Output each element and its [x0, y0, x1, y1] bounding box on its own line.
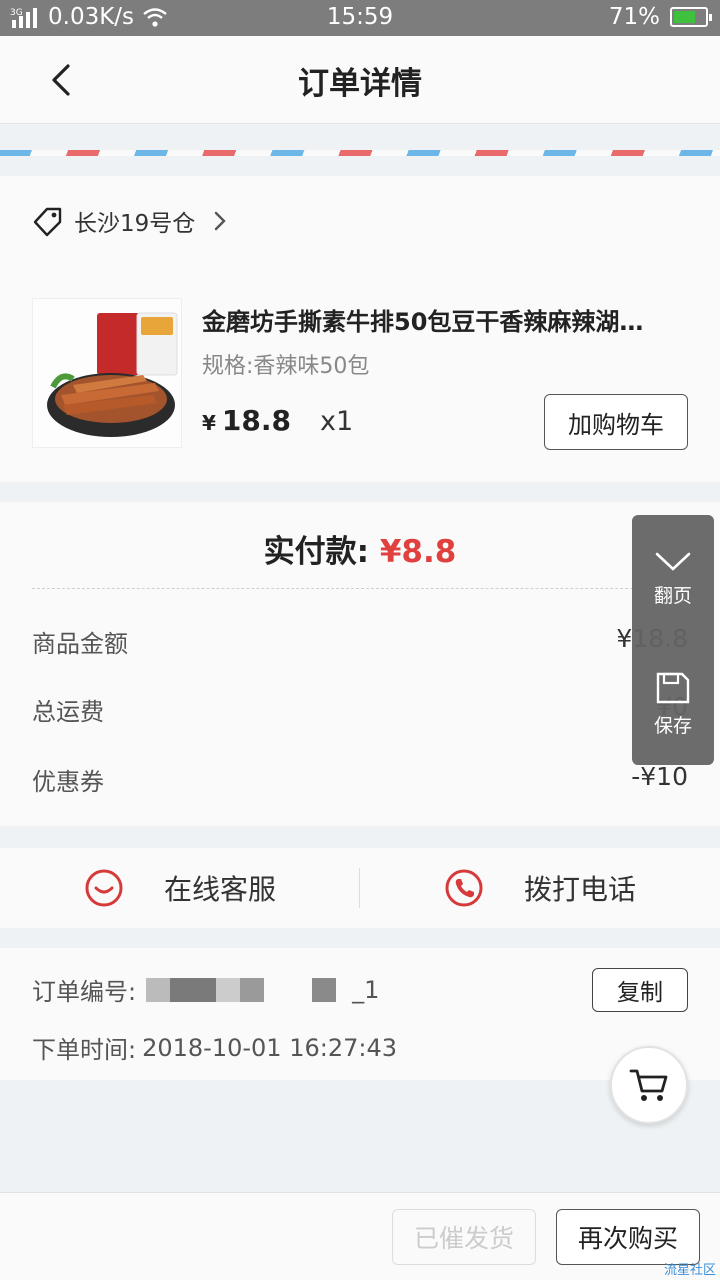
- actual-payment-label: 实付款:: [263, 534, 380, 570]
- dashed-divider: [32, 588, 688, 589]
- product-title[interactable]: 金磨坊手撕素牛排50包豆干香辣麻辣湖…: [202, 302, 682, 337]
- order-time-label: 下单时间:: [32, 1036, 137, 1064]
- order-number-row: 订单编号: _1: [32, 972, 379, 1007]
- fee-value: -¥10: [631, 762, 688, 791]
- battery-level-fill: [674, 11, 696, 23]
- floating-tool-panel: 翻页 保存: [632, 515, 714, 765]
- watermark: 流星社区: [663, 1263, 716, 1278]
- urged-shipping-button[interactable]: 已催发货: [392, 1209, 536, 1265]
- call-phone-label: 拨打电话: [523, 873, 636, 906]
- redacted-block: [312, 977, 337, 1002]
- status-right: 71%: [608, 4, 712, 30]
- price-currency: ¥: [202, 411, 216, 435]
- battery-percent: 71%: [608, 4, 660, 30]
- order-time-value: 2018-10-01 16:27:43: [142, 1033, 397, 1062]
- store-name: 长沙19号仓: [74, 211, 196, 237]
- product-photo: [33, 299, 181, 447]
- fee-row-shipping: 总运费 ¥0: [32, 692, 688, 727]
- page-turn-label: 翻页: [653, 585, 692, 607]
- product-price: ¥ 18.8: [202, 404, 291, 437]
- bottom-action-bar: 已催发货 再次购买 流星社区: [0, 1192, 720, 1280]
- redacted-block: [146, 977, 171, 1002]
- product-card: 长沙19号仓 金磨坊手撕素牛排50包豆干香辣麻辣湖… 规格:香辣味50包 ¥ 1…: [0, 176, 720, 482]
- product-image[interactable]: [32, 298, 182, 448]
- payment-card: 实付款: ¥8.8 商品金额 ¥18.8 总运费 ¥0 优惠券 -¥10: [0, 502, 720, 826]
- price-value: 18.8: [221, 404, 292, 437]
- order-time-row: 下单时间: 2018-10-01 16:27:43: [32, 1030, 397, 1065]
- store-link[interactable]: 长沙19号仓: [32, 204, 229, 238]
- actual-payment-amount: ¥8.8: [379, 534, 457, 570]
- airmail-stripe-divider: [0, 150, 720, 156]
- save-icon: [656, 672, 690, 704]
- fee-label: 商品金额: [32, 630, 128, 658]
- fee-label: 优惠券: [32, 768, 104, 796]
- buy-again-button[interactable]: 再次购买: [556, 1209, 700, 1265]
- order-number-label: 订单编号:: [32, 978, 137, 1006]
- order-number-value: _1: [142, 976, 379, 1004]
- actual-payment: 实付款: ¥8.8: [0, 526, 720, 571]
- product-spec: 规格:香辣味50包: [202, 354, 370, 379]
- page-title: 订单详情: [298, 66, 422, 102]
- battery-icon: [670, 7, 712, 27]
- chevron-right-icon: [215, 211, 226, 231]
- nav-bar: 订单详情: [0, 36, 720, 124]
- contact-card: 在线客服 拨打电话: [0, 848, 720, 928]
- online-service-label: 在线客服: [163, 873, 276, 906]
- cart-floating-button[interactable]: [610, 1046, 688, 1124]
- call-phone-button[interactable]: 拨打电话: [360, 848, 720, 928]
- chat-bubble-icon: [85, 869, 123, 907]
- redacted-block: [216, 977, 241, 1002]
- cart-icon: [629, 1069, 668, 1101]
- fee-row-coupon: 优惠券 -¥10: [32, 762, 688, 797]
- fee-label: 总运费: [32, 698, 104, 726]
- order-info-card: 订单编号: _1 下单时间: 2018-10-01 16:27:43 复制: [0, 948, 720, 1080]
- save-label: 保存: [653, 715, 692, 737]
- product-quantity: x1: [320, 406, 354, 437]
- phone-icon: [445, 869, 483, 907]
- chevron-down-icon: [655, 552, 691, 571]
- tag-icon: [33, 207, 62, 237]
- redacted-block: [240, 977, 265, 1002]
- status-bar: 3G 0.03K/s 15:59 71%: [0, 0, 720, 36]
- save-button[interactable]: 保存: [632, 671, 714, 738]
- order-number-suffix: _1: [352, 975, 380, 1004]
- redacted-block: [264, 978, 312, 1002]
- fee-row-goods: 商品金额 ¥18.8: [32, 624, 688, 659]
- online-service-button[interactable]: 在线客服: [0, 848, 360, 928]
- redacted-block: [170, 977, 217, 1002]
- copy-order-number-button[interactable]: 复制: [592, 968, 688, 1012]
- add-to-cart-button[interactable]: 加购物车: [544, 394, 688, 450]
- page-turn-button[interactable]: 翻页: [632, 549, 714, 608]
